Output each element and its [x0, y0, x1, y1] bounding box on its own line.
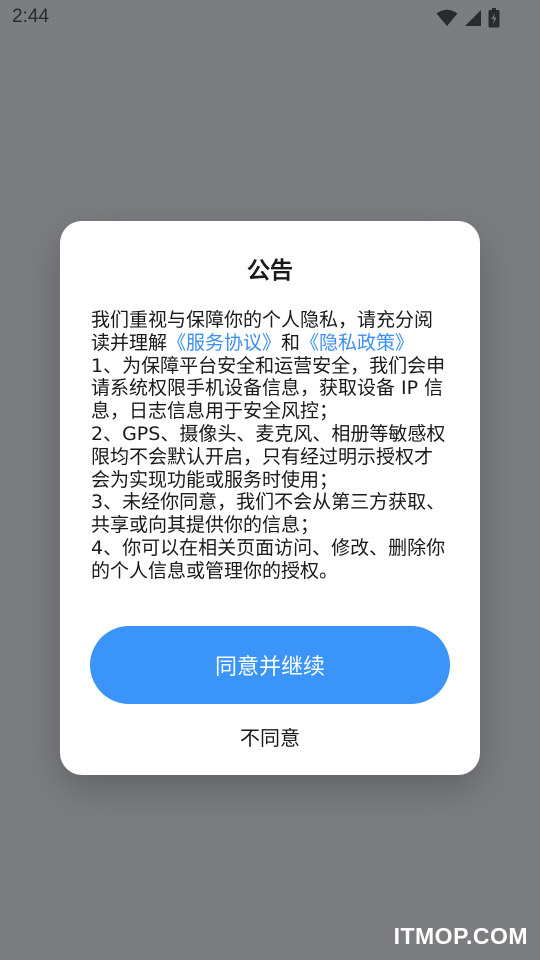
privacy-policy-link[interactable]: 《隐私政策》 — [300, 332, 414, 354]
status-icons — [436, 6, 500, 30]
dialog-body: 我们重视与保障你的个人隐私，请充分阅读并理解《服务协议》和《隐私政策》 1、为保… — [91, 309, 451, 583]
announcement-dialog: 公告 我们重视与保障你的个人隐私，请充分阅读并理解《服务协议》和《隐私政策》 1… — [60, 221, 480, 775]
policy-item-4: 4、你可以在相关页面访问、修改、删除你的个人信息或管理你的授权。 — [91, 536, 446, 582]
status-bar: 2:44 — [0, 0, 540, 36]
policy-item-1: 1、为保障平台安全和运营安全，我们会申请系统权限手机设备信息，获取设备 IP 信… — [91, 354, 446, 423]
intro-and-text: 和 — [281, 331, 301, 354]
agree-continue-button[interactable]: 同意并继续 — [90, 626, 450, 704]
status-time: 2:44 — [12, 6, 49, 27]
battery-icon — [488, 8, 500, 28]
disagree-button[interactable]: 不同意 — [170, 718, 370, 754]
wifi-icon — [436, 9, 458, 27]
intro-paragraph: 我们重视与保障你的个人隐私，请充分阅读并理解《服务协议》和《隐私政策》 — [91, 309, 451, 355]
service-agreement-link[interactable]: 《服务协议》 — [167, 332, 281, 354]
policy-item-2: 2、GPS、摄像头、麦克风、相册等敏感权限均不会默认开启，只有经过明示授权才会为… — [91, 422, 446, 491]
signal-icon — [464, 9, 482, 27]
policy-item-3: 3、未经你同意，我们不会从第三方获取、共享或向其提供你的信息； — [91, 491, 446, 537]
dialog-title: 公告 — [247, 258, 293, 284]
watermark-logo: ITMOP.COM — [393, 923, 528, 949]
